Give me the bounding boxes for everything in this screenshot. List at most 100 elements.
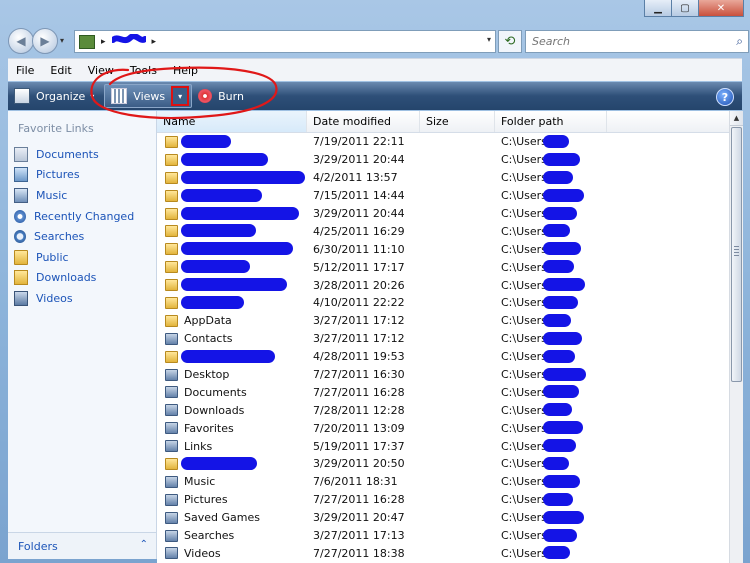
table-row[interactable]: AppData 3/27/2011 17:12 C:\Users\ <box>157 312 729 330</box>
row-folder-path: C:\Users\ <box>501 187 611 205</box>
row-name: Documents <box>184 385 247 399</box>
table-row[interactable]: 4/10/2011 22:22 C:\Users\ <box>157 294 729 312</box>
table-row[interactable]: Music 7/6/2011 18:31 C:\Users\ <box>157 473 729 491</box>
recent-pages-chevron-icon[interactable]: ▾ <box>60 36 64 45</box>
column-header-name[interactable]: Name <box>157 111 307 132</box>
table-row[interactable]: Videos 7/27/2011 18:38 C:\Users\ <box>157 544 729 562</box>
table-row[interactable]: 6/30/2011 11:10 C:\Users\ <box>157 240 729 258</box>
row-name-cell <box>165 348 305 366</box>
row-name-cell <box>165 276 305 294</box>
menu-file[interactable]: File <box>8 64 42 77</box>
menu-view[interactable]: View <box>80 64 122 77</box>
search-input[interactable] <box>530 34 724 49</box>
redaction-mark <box>543 278 585 292</box>
redaction-scribble-icon <box>109 33 148 44</box>
breadcrumb-separator-icon[interactable]: ▸ <box>152 37 157 47</box>
table-row[interactable]: Links 5/19/2011 17:37 C:\Users\ <box>157 437 729 455</box>
redaction-mark <box>181 260 250 274</box>
breadcrumb-user-redacted[interactable] <box>109 33 148 49</box>
table-row[interactable]: Favorites 7/20/2011 13:09 C:\Users\ <box>157 419 729 437</box>
table-row[interactable]: Documents 7/27/2011 16:28 C:\Users\ <box>157 383 729 401</box>
row-date-modified: 3/27/2011 17:12 <box>313 332 405 346</box>
table-row[interactable]: 5/12/2011 17:17 C:\Users\ <box>157 258 729 276</box>
row-folder-path: C:\Users\ <box>501 276 611 294</box>
row-name: Links <box>184 439 213 453</box>
public-folder-icon <box>14 249 28 265</box>
nav-item-searches[interactable]: Searches <box>14 226 152 247</box>
redaction-mark <box>543 296 578 310</box>
row-date-modified: 3/29/2011 20:44 <box>313 207 405 220</box>
help-glyph: ? <box>721 90 729 104</box>
menu-edit[interactable]: Edit <box>42 64 79 77</box>
table-row[interactable]: 7/19/2011 22:11 C:\Users\ <box>157 133 729 151</box>
redaction-mark <box>543 170 573 184</box>
row-name-cell <box>165 187 305 205</box>
search-icon[interactable]: ⌕ <box>736 34 743 49</box>
table-row[interactable]: 7/15/2011 14:44 C:\Users\ <box>157 187 729 205</box>
vertical-scrollbar[interactable]: ▲ <box>729 111 743 563</box>
row-folder-path: C:\Users\ <box>501 222 611 240</box>
table-row[interactable]: 4/2/2011 13:57 C:\Users\ <box>157 169 729 187</box>
burn-button[interactable]: Burn <box>192 84 250 108</box>
nav-item-documents[interactable]: Documents <box>14 144 152 165</box>
refresh-icon: ⟲ <box>504 34 516 49</box>
table-row[interactable]: Saved Games 3/29/2011 20:47 C:\Users\ <box>157 509 729 527</box>
table-row[interactable]: Desktop 7/27/2011 16:30 C:\Users\ <box>157 366 729 384</box>
nav-item-recently-changed[interactable]: Recently Changed <box>14 206 152 227</box>
close-icon[interactable]: ✕ <box>698 0 744 17</box>
table-row[interactable]: Pictures 7/27/2011 16:28 C:\Users\ <box>157 491 729 509</box>
burn-label: Burn <box>218 89 244 103</box>
maximize-icon[interactable]: ▢ <box>671 0 699 17</box>
column-header-date-modified[interactable]: Date modified <box>307 111 420 132</box>
nav-item-public[interactable]: Public <box>14 247 152 268</box>
views-button[interactable]: Views <box>105 86 171 106</box>
organize-icon <box>14 88 30 104</box>
breadcrumb-separator-icon[interactable]: ▸ <box>101 37 106 47</box>
column-header-size[interactable]: Size <box>420 111 495 132</box>
column-header-folder-path[interactable]: Folder path <box>495 111 607 132</box>
table-row[interactable]: 4/25/2011 16:29 C:\Users\ <box>157 222 729 240</box>
forward-button[interactable]: ▶ <box>32 28 58 54</box>
row-folder-path: C:\Users\ <box>501 312 611 330</box>
redaction-mark <box>181 224 256 238</box>
menu-tools[interactable]: Tools <box>122 64 165 77</box>
row-name: Videos <box>184 546 221 560</box>
scroll-up-arrow-icon[interactable]: ▲ <box>730 111 743 126</box>
row-name: Favorites <box>184 421 234 435</box>
scrollbar-thumb[interactable] <box>731 127 742 382</box>
table-row[interactable]: 3/29/2011 20:44 C:\Users\ <box>157 151 729 169</box>
table-row[interactable]: 3/28/2011 20:26 C:\Users\ <box>157 276 729 294</box>
table-row[interactable]: Searches 3/27/2011 17:13 C:\Users\ <box>157 527 729 545</box>
table-row[interactable]: 3/29/2011 20:50 C:\Users\ <box>157 455 729 473</box>
table-row[interactable]: Contacts 3/27/2011 17:12 C:\Users\ <box>157 330 729 348</box>
organize-button[interactable]: Organize ▾ <box>8 84 100 108</box>
address-bar[interactable]: ▸ ▸ ▾ <box>74 30 496 53</box>
refresh-button[interactable]: ⟲ <box>498 30 522 53</box>
row-date-modified: 7/27/2011 16:28 <box>313 385 405 399</box>
row-name-cell: Links <box>165 437 305 455</box>
nav-item-downloads[interactable]: Downloads <box>14 268 152 289</box>
table-row[interactable]: 3/29/2011 20:44 C:\Users\ <box>157 205 729 223</box>
help-icon[interactable]: ? <box>716 88 734 106</box>
row-date-modified: 7/19/2011 22:11 <box>313 135 405 149</box>
explorer-window: ▁ ▢ ✕ ◀ ▶ ▾ ▸ ▸ ▾ ⟲ ⌕ <box>0 0 750 563</box>
menu-help[interactable]: Help <box>165 64 206 77</box>
row-name-cell <box>165 240 305 258</box>
table-row[interactable]: Downloads 7/28/2011 12:28 C:\Users\ <box>157 401 729 419</box>
redaction-mark <box>181 278 287 292</box>
redaction-mark <box>181 206 299 220</box>
nav-item-music[interactable]: Music <box>14 185 152 206</box>
folder-icon <box>165 279 178 292</box>
redaction-mark <box>543 331 582 345</box>
address-row: ◀ ▶ ▾ ▸ ▸ ▾ ⟲ ⌕ <box>8 28 749 54</box>
table-row[interactable]: 4/28/2011 19:53 C:\Users\ <box>157 348 729 366</box>
minimize-icon[interactable]: ▁ <box>644 0 672 17</box>
address-dropdown-chevron-icon[interactable]: ▾ <box>487 35 491 44</box>
views-dropdown-button[interactable]: ▾ <box>171 86 190 106</box>
redaction-mark <box>543 403 572 417</box>
folders-toggle[interactable]: Folders ⌃ <box>8 532 156 559</box>
folder-icon <box>165 475 178 488</box>
back-button[interactable]: ◀ <box>8 28 34 54</box>
nav-item-pictures[interactable]: Pictures <box>14 165 152 186</box>
nav-item-videos[interactable]: Videos <box>14 288 152 309</box>
